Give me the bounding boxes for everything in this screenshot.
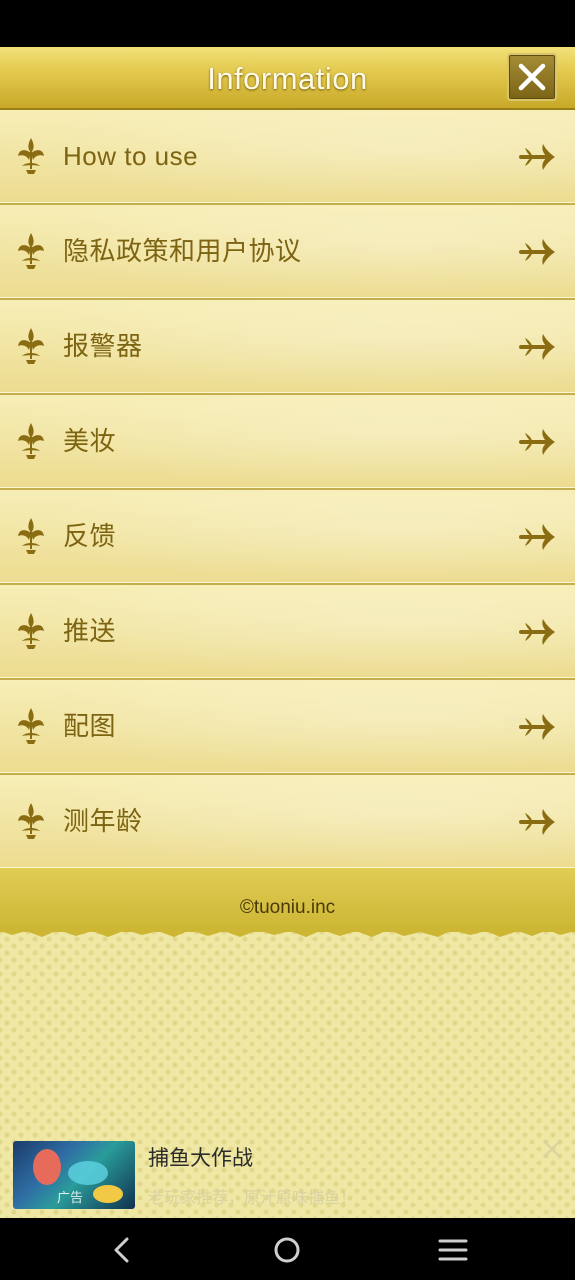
arrow-right-icon xyxy=(519,144,555,170)
arrow-right-icon xyxy=(519,619,555,645)
menu-list: How to use 隐私政策和用户协议 报警器 美妆 反馈 推送 配图 测年龄 xyxy=(0,110,575,870)
menu-item-label: 配图 xyxy=(63,711,117,741)
arrow-right-icon xyxy=(519,239,555,265)
menu-item-images[interactable]: 配图 xyxy=(0,680,575,775)
menu-icon[interactable] xyxy=(438,1238,468,1262)
ad-title[interactable]: 捕鱼大作战 xyxy=(148,1142,253,1172)
page-title: Information xyxy=(207,61,368,96)
menu-item-alarm[interactable]: 报警器 xyxy=(0,300,575,395)
menu-item-label: 推送 xyxy=(63,616,117,646)
fleur-de-lis-icon xyxy=(18,423,44,459)
torn-edge-decoration xyxy=(0,925,575,937)
menu-item-label: 反馈 xyxy=(63,521,117,551)
menu-item-age-test[interactable]: 测年龄 xyxy=(0,775,575,870)
ad-badge: 广告 xyxy=(57,1190,84,1205)
menu-item-privacy[interactable]: 隐私政策和用户协议 xyxy=(0,205,575,300)
header-bar: Information xyxy=(0,47,575,110)
menu-item-label: 美妆 xyxy=(63,426,117,456)
fleur-de-lis-icon xyxy=(18,708,44,744)
ad-banner[interactable]: 广告 捕鱼大作战 老玩家推荐，原汁原味捕鱼！ xyxy=(0,1132,575,1218)
arrow-right-icon xyxy=(519,809,555,835)
menu-item-push[interactable]: 推送 xyxy=(0,585,575,680)
arrow-right-icon xyxy=(519,714,555,740)
copyright-text: ©tuoniu.inc xyxy=(239,897,336,918)
back-icon[interactable] xyxy=(108,1236,136,1264)
arrow-right-icon xyxy=(519,524,555,550)
arrow-right-icon xyxy=(519,429,555,455)
footer-band: ©tuoniu.inc xyxy=(0,868,575,932)
menu-item-makeup[interactable]: 美妆 xyxy=(0,395,575,490)
fleur-de-lis-icon xyxy=(18,803,44,839)
ad-thumbnail[interactable]: 广告 xyxy=(13,1141,135,1209)
fleur-de-lis-icon xyxy=(18,518,44,554)
system-nav-bar xyxy=(0,1218,575,1280)
close-button[interactable] xyxy=(507,53,557,101)
ad-description: 老玩家推荐，原汁原味捕鱼！ xyxy=(148,1190,357,1207)
menu-item-label: 报警器 xyxy=(63,331,143,361)
menu-item-label: 测年龄 xyxy=(63,806,143,836)
fleur-de-lis-icon xyxy=(18,233,44,269)
menu-item-label: 隐私政策和用户协议 xyxy=(63,236,302,266)
fleur-de-lis-icon xyxy=(18,328,44,364)
close-icon[interactable] xyxy=(541,1138,563,1160)
arrow-right-icon xyxy=(519,334,555,360)
menu-item-how-to-use[interactable]: How to use xyxy=(0,110,575,205)
menu-item-feedback[interactable]: 反馈 xyxy=(0,490,575,585)
status-bar xyxy=(0,0,575,47)
fleur-de-lis-icon xyxy=(18,138,44,174)
home-icon[interactable] xyxy=(273,1236,301,1264)
fleur-de-lis-icon xyxy=(18,613,44,649)
menu-item-label: How to use xyxy=(63,141,199,171)
close-icon xyxy=(518,63,546,91)
